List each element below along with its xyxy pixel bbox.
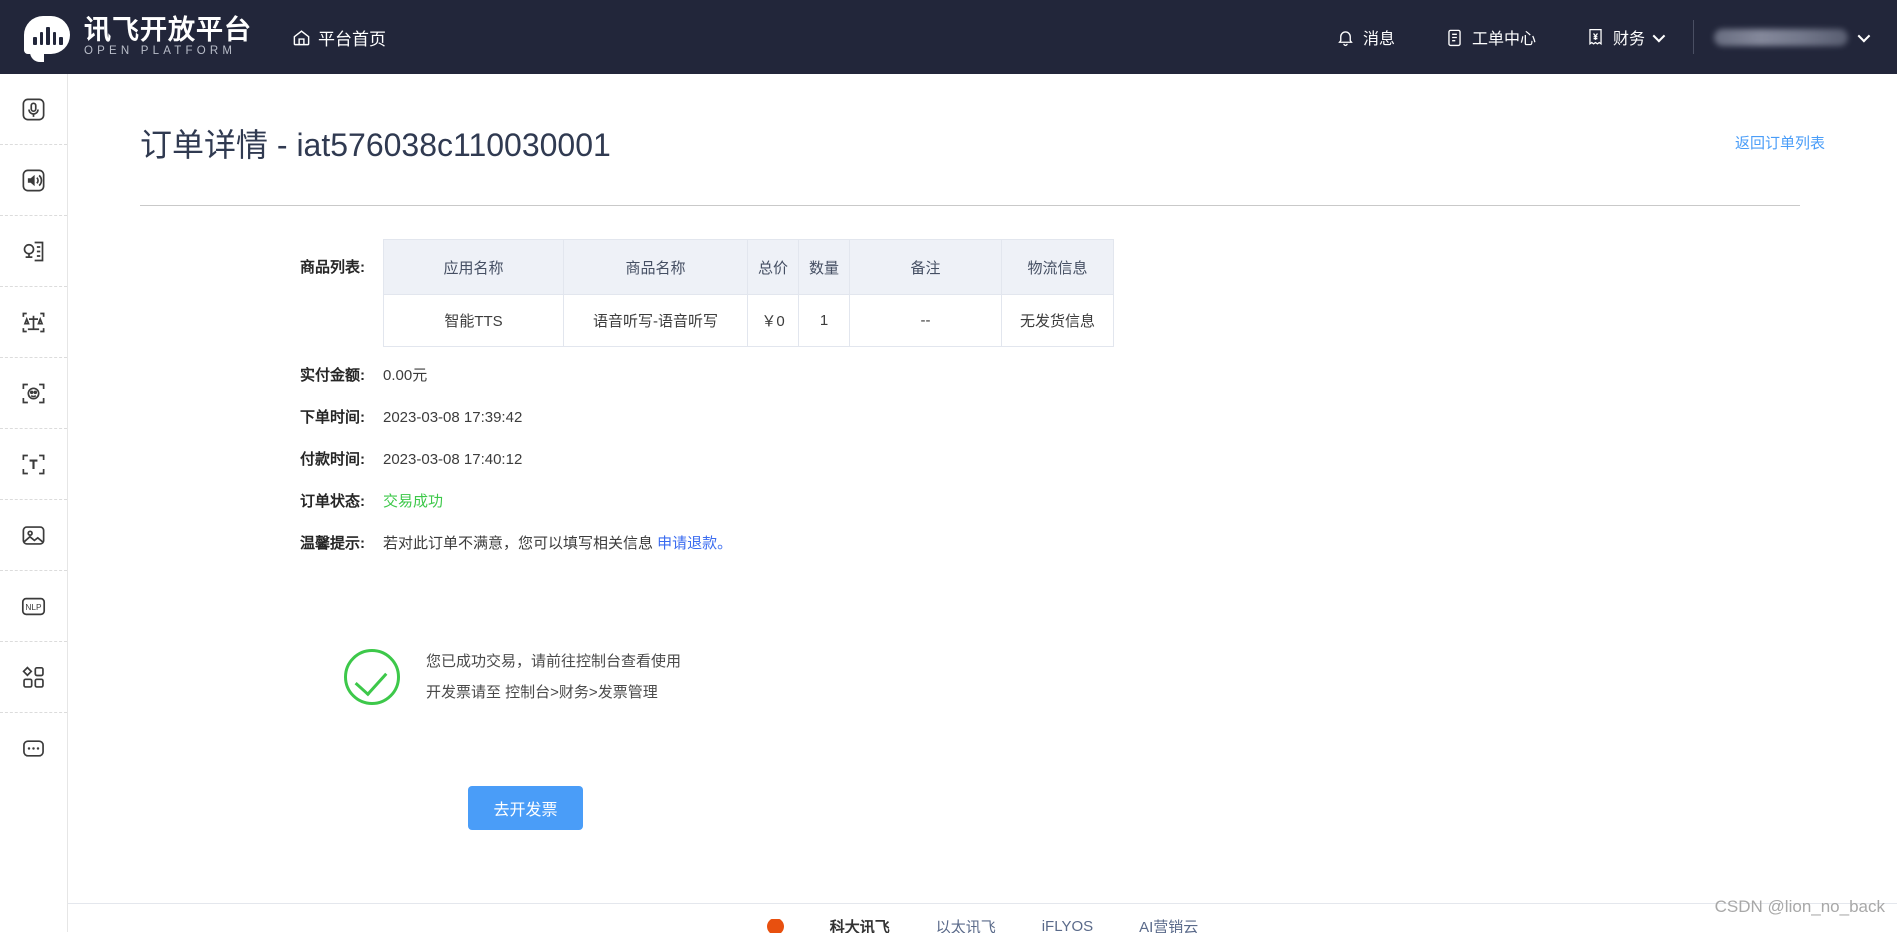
col-remark: 备注 (849, 239, 1003, 295)
payment-time-value: 2023-03-08 17:40:12 (383, 451, 523, 468)
footer-link-0[interactable]: 以太讯飞 (936, 919, 996, 933)
scales-frame-icon (22, 312, 45, 332)
tip-label: 温馨提示: (300, 535, 365, 552)
footer-link-1[interactable]: iFLYOS (1042, 919, 1093, 933)
order-detail-list: 商品列表: 应用名称 商品名称 总价 数量 备注 物流信息 智能TTS 语音听写… (68, 239, 1897, 575)
col-app-name: 应用名称 (383, 239, 564, 295)
chevron-down-icon (1857, 29, 1871, 42)
bell-icon (1338, 30, 1353, 46)
face-scan-icon (22, 383, 45, 403)
sidebar-item-voice-evaluation[interactable] (0, 287, 67, 358)
sidebar-item-nlp[interactable]: NLP (0, 571, 67, 642)
sidebar-item-speech-synthesis[interactable] (0, 145, 67, 216)
cell-total-price: ￥0 (747, 294, 800, 347)
paid-amount-label: 实付金额: (300, 367, 365, 384)
col-logistics: 物流信息 (1001, 239, 1114, 295)
cell-quantity: 1 (798, 294, 851, 347)
nav-item-messages[interactable]: 消息 (1311, 25, 1420, 49)
check-circle-icon (344, 649, 400, 705)
footer-brand: 科大讯飞 (829, 919, 890, 933)
tip-value: 若对此订单不满意，您可以填写相关信息 申请退款。 (383, 533, 732, 555)
mic-document-icon (23, 241, 44, 261)
goods-list-label: 商品列表: (300, 259, 365, 276)
cell-remark: -- (849, 294, 1003, 347)
invoice-yen-icon (1589, 28, 1602, 45)
username-redacted (1714, 28, 1848, 46)
left-sidebar: NLP (0, 74, 68, 932)
page-title: 订单详情 - iat576038c110030001 (140, 127, 611, 163)
go-to-invoice-button[interactable]: 去开发票 (468, 786, 583, 830)
cell-product-name: 语音听写-语音听写 (563, 294, 748, 347)
cell-app-name: 智能TTS (383, 294, 564, 347)
paid-amount-value: 0.00元 (383, 367, 428, 384)
order-status-label: 订单状态: (300, 493, 365, 510)
main-content: 订单详情 - iat576038c110030001 返回订单列表 商品列表: … (68, 74, 1897, 933)
ellipsis-icon (23, 740, 44, 757)
user-menu[interactable] (1700, 28, 1897, 46)
top-navigation-bar: 讯飞开放平台 OPEN PLATFORM 平台首页 消息 工单中心 财务 (0, 0, 1897, 74)
paid-amount-row: 实付金额: 0.00元 (68, 365, 1897, 387)
sidebar-item-voice-transcription[interactable] (0, 216, 67, 287)
sidebar-item-all-apps[interactable] (0, 642, 67, 713)
svg-text:NLP: NLP (25, 602, 42, 612)
tip-text: 若对此订单不满意，您可以填写相关信息 (383, 535, 658, 552)
payment-time-label: 付款时间: (300, 451, 365, 468)
nav-item-finance[interactable]: 财务 (1561, 25, 1687, 49)
mic-frame-icon (22, 98, 45, 120)
order-time-row: 下单时间: 2023-03-08 17:39:42 (68, 407, 1897, 429)
footer-link-2[interactable]: AI营销云 (1139, 919, 1198, 933)
speaker-frame-icon (22, 169, 45, 191)
cell-logistics: 无发货信息 (1001, 294, 1114, 347)
chevron-down-icon (1652, 29, 1666, 42)
ocr-t-icon (22, 454, 45, 474)
success-line-2: 开发票请至 控制台>财务>发票管理 (426, 684, 658, 701)
sidebar-item-speech-recognition[interactable] (0, 74, 67, 145)
nav-divider (1693, 20, 1694, 54)
table-row: 智能TTS 语音听写-语音听写 ￥0 1 -- 无发货信息 (383, 294, 1114, 347)
order-time-value: 2023-03-08 17:39:42 (383, 409, 523, 426)
nav-home-label: 平台首页 (318, 29, 386, 49)
tip-row: 温馨提示: 若对此订单不满意，您可以填写相关信息 申请退款。 (68, 533, 1897, 555)
title-divider (140, 205, 1800, 206)
footer-divider (68, 903, 1897, 904)
footer-logo-icon (766, 919, 784, 933)
sidebar-item-more[interactable] (0, 713, 67, 784)
sidebar-item-image-recognition[interactable] (0, 500, 67, 571)
goods-list-row: 商品列表: 应用名称 商品名称 总价 数量 备注 物流信息 智能TTS 语音听写… (68, 239, 1897, 347)
nlp-icon: NLP (21, 597, 46, 615)
nav-item-work-order[interactable]: 工单中心 (1420, 25, 1561, 49)
nav-finance-label: 财务 (1612, 31, 1645, 48)
col-product-name: 商品名称 (563, 239, 748, 295)
order-status-row: 订单状态: 交易成功 (68, 491, 1897, 513)
success-line-1: 您已成功交易，请前往控制台查看使用 (426, 653, 682, 670)
nav-home-link[interactable]: 平台首页 (292, 25, 386, 50)
order-time-label: 下单时间: (300, 409, 365, 426)
home-icon (293, 29, 310, 45)
apps-grid-icon (22, 665, 44, 688)
picture-icon (22, 525, 45, 545)
brand-logo-group[interactable]: 讯飞开放平台 OPEN PLATFORM (22, 11, 252, 63)
speech-bubble-logo-icon (22, 11, 74, 63)
col-quantity: 数量 (798, 239, 851, 295)
clipboard-icon (1448, 29, 1461, 46)
brand-name-cn: 讯飞开放平台 (84, 14, 252, 45)
footer-links: 科大讯飞 以太讯飞 iFLYOS AI营销云 (68, 919, 1897, 933)
nav-work-order-label: 工单中心 (1471, 31, 1536, 48)
status-badge: 交易成功 (383, 493, 444, 510)
sidebar-item-face-recognition[interactable] (0, 358, 67, 429)
sidebar-item-text-recognition[interactable] (0, 429, 67, 500)
nav-messages-label: 消息 (1362, 31, 1395, 48)
apply-refund-link[interactable]: 申请退款。 (657, 535, 732, 552)
brand-name-en: OPEN PLATFORM (84, 44, 237, 57)
back-to-order-list-link[interactable]: 返回订单列表 (1735, 132, 1825, 153)
success-message-block: 您已成功交易，请前往控制台查看使用 开发票请至 控制台>财务>发票管理 (344, 646, 681, 708)
col-total-price: 总价 (747, 239, 800, 295)
payment-time-row: 付款时间: 2023-03-08 17:40:12 (68, 449, 1897, 471)
goods-table-header-row: 应用名称 商品名称 总价 数量 备注 物流信息 (383, 239, 1114, 295)
nav-right-group: 消息 工单中心 财务 (1311, 0, 1897, 74)
csdn-watermark: CSDN @lion_no_back (1714, 897, 1885, 916)
goods-table: 应用名称 商品名称 总价 数量 备注 物流信息 智能TTS 语音听写-语音听写 … (383, 239, 1115, 347)
